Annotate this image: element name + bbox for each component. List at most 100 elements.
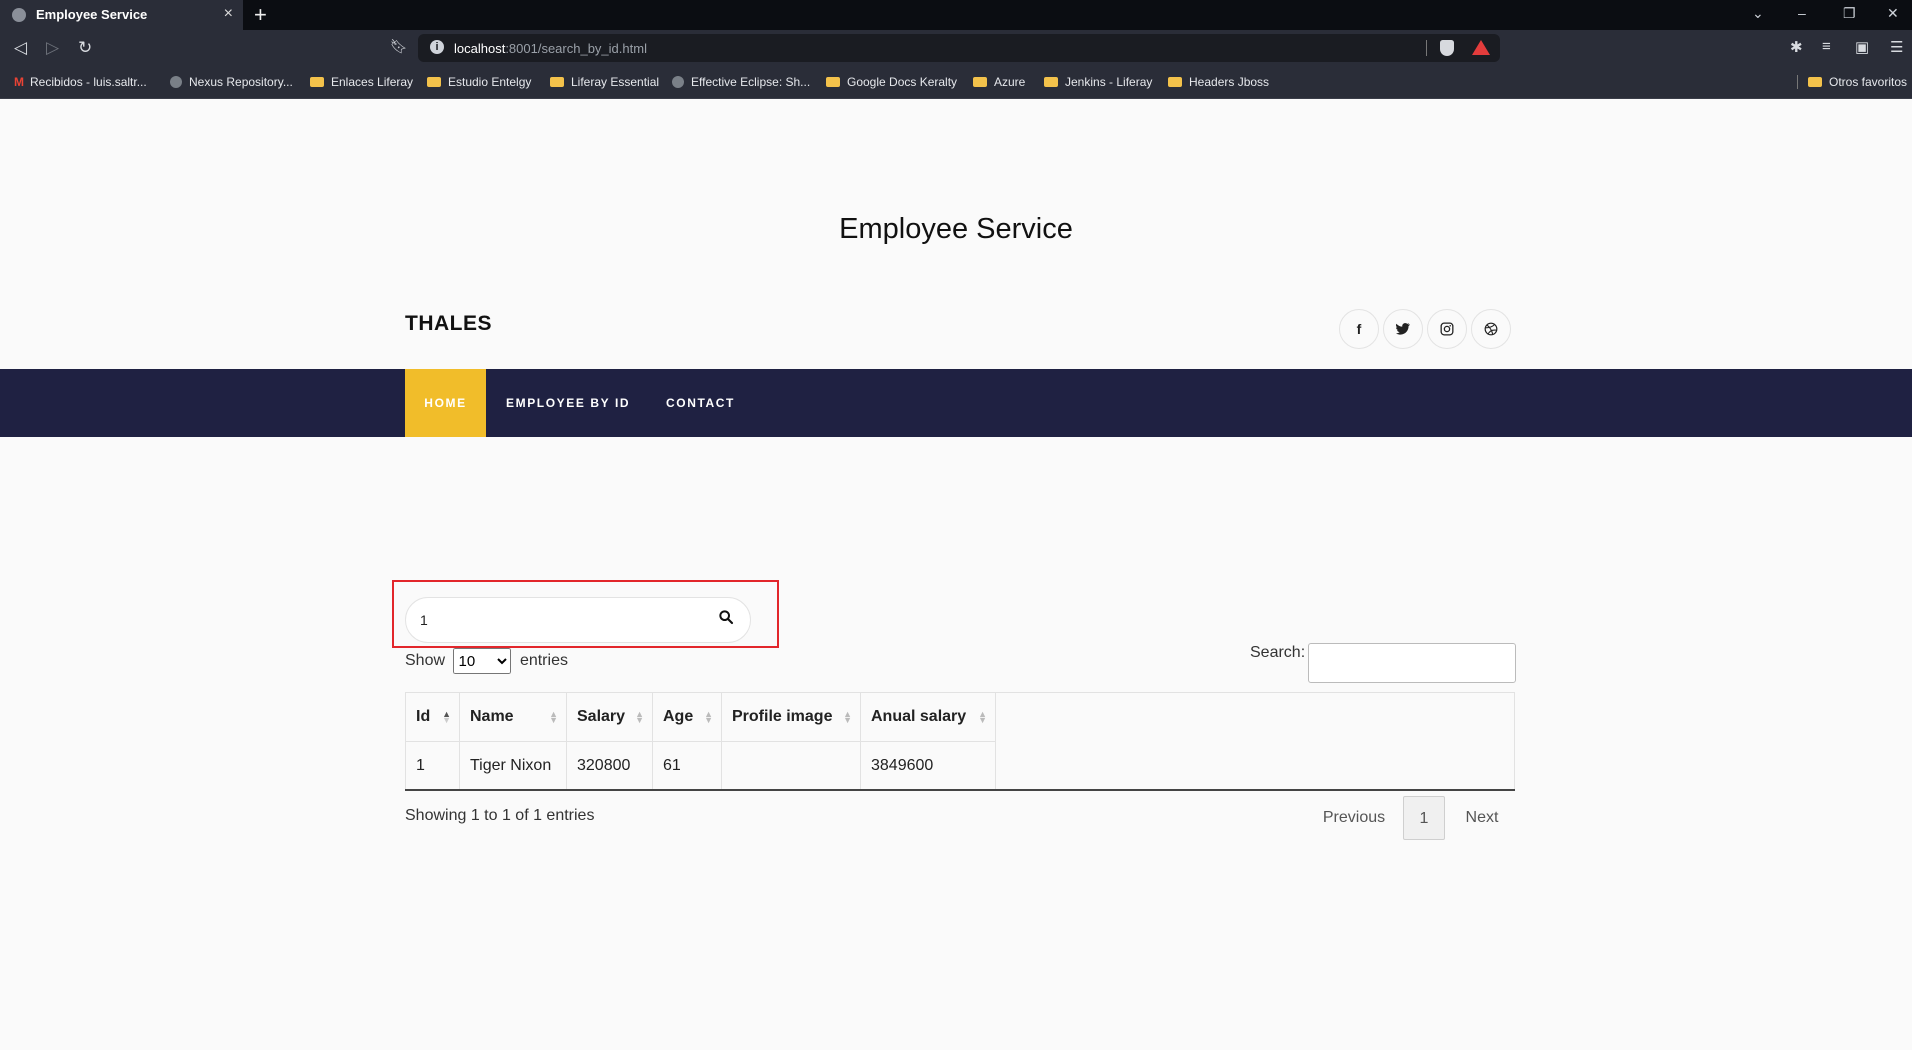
nav-employee-by-id[interactable]: EMPLOYEE BY ID [506,369,630,437]
employee-table: Id ▲ ▼ Name ▲ ▼ Salary ▲ ▼ Age ▲ ▼ Profile image… [406,693,996,790]
bookmark-label: Effective Eclipse: Sh... [691,75,811,89]
table-info: Showing 1 to 1 of 1 entries [405,807,595,824]
main-nav: HOME EMPLOYEE BY ID CONTACT [0,369,1912,437]
column-header[interactable]: Anual salary ▲ ▼ [860,693,996,742]
column-header[interactable]: Age ▲ ▼ [652,693,722,742]
facebook-icon[interactable]: f [1339,309,1379,349]
url-text[interactable]: localhost:8001/search_by_id.html [454,41,647,56]
column-header-label: Profile image [732,708,833,725]
sort-icon: ▲ ▼ [704,709,713,725]
table-cell: 1 [406,741,460,790]
table-cell: Tiger Nixon [459,741,567,790]
folder-icon [427,77,441,87]
entries-label: entries [519,652,568,670]
browser-tab-bar: Employee Service × + ⌄ – ❐ ✕ [0,0,1912,30]
bookmark-label: Headers Jboss [1189,75,1270,89]
address-bar[interactable]: i localhost:8001/search_by_id.html [418,34,1500,62]
folder-icon [1168,77,1182,87]
menu-icon[interactable]: ☰ [1890,38,1903,56]
column-header[interactable]: Salary ▲ ▼ [566,693,653,742]
bookmark-page-icon[interactable]: 🔖︎ [390,38,408,55]
folder-icon [1044,77,1058,87]
bookmark-item[interactable]: Enlaces Liferay [310,75,413,89]
instagram-icon[interactable] [1427,309,1467,349]
table-search: Search: [1250,643,1516,683]
column-header[interactable]: Name ▲ ▼ [459,693,567,742]
table-cell: 61 [652,741,722,790]
close-tab-icon[interactable]: × [224,5,233,23]
table-header-row: Id ▲ ▼ Name ▲ ▼ Salary ▲ ▼ Age ▲ ▼ Profile image… [406,693,996,742]
bookmark-label: Otros favoritos [1829,75,1908,89]
bookmark-item[interactable]: Azure [973,75,1025,89]
table-bottom-border [405,789,1515,791]
url-divider [1426,40,1427,56]
nav-contact[interactable]: CONTACT [666,369,735,437]
column-header-label: Id [416,708,431,725]
browser-tab[interactable]: Employee Service × [0,0,243,30]
minimize-icon[interactable]: – [1798,5,1806,21]
brand-logo[interactable]: THALES [405,312,492,336]
bookmark-item[interactable]: Nexus Repository... [170,75,293,89]
search-icon[interactable] [718,609,734,625]
sort-icon: ▲ ▼ [635,709,644,725]
folder-icon [973,77,987,87]
table-row[interactable]: 1 Tiger Nixon 320800 61 3849600 [406,741,996,790]
sort-icon: ▲ ▼ [442,709,451,725]
bookmark-label: Estudio Entelgy [448,75,532,89]
bookmark-label: Azure [994,75,1026,89]
dribbble-icon[interactable] [1471,309,1511,349]
forward-icon[interactable]: ▷ [46,38,59,58]
bookmark-item[interactable]: M Recibidos - luis.saltr... [14,75,147,89]
bookmarks-bar: M Recibidos - luis.saltr... Nexus Reposit… [0,66,1912,99]
extensions-icon[interactable]: ✱ [1790,38,1803,56]
page-length-control: Show 10 entries [405,648,568,674]
url-path: :8001/search_by_id.html [505,41,647,56]
brave-shield-icon[interactable] [1440,40,1454,56]
back-icon[interactable]: ◁ [14,38,27,58]
pagination-page-1[interactable]: 1 [1403,796,1445,840]
column-header-label: Name [470,708,514,725]
globe-icon [12,8,26,22]
window-close-icon[interactable]: ✕ [1887,5,1899,22]
page-title: Employee Service [839,213,1073,245]
bookmark-label: Jenkins - Liferay [1065,75,1153,89]
sort-icon: ▲ ▼ [843,709,852,725]
tab-title: Employee Service [36,7,148,22]
bookmark-item[interactable]: Headers Jboss [1168,75,1269,89]
bookmark-item[interactable]: Effective Eclipse: Sh... [672,75,810,89]
bookmark-item[interactable]: Google Docs Keralty [826,75,957,89]
folder-icon [550,77,564,87]
employee-id-input[interactable]: 1 [420,612,428,628]
employee-id-search[interactable]: 1 [405,597,751,643]
other-bookmarks[interactable]: Otros favoritos [1797,75,1907,89]
new-tab-button[interactable]: + [254,2,267,28]
bookmark-label: Nexus Repository... [189,75,293,89]
bookmark-label: Google Docs Keralty [847,75,958,89]
bookmark-item[interactable]: Estudio Entelgy [427,75,531,89]
table-search-input[interactable] [1308,643,1516,683]
nav-home[interactable]: HOME [405,369,486,437]
table-cell [721,741,861,790]
sort-icon: ▲ ▼ [978,709,987,725]
bookmark-label: Liferay Essential [571,75,660,89]
wallet-icon[interactable]: ▣ [1855,38,1869,56]
bookmark-label: Recibidos - luis.saltr... [30,75,147,89]
pagination-next[interactable]: Next [1452,796,1512,840]
pagination-previous[interactable]: Previous [1310,796,1398,840]
bookmark-item[interactable]: Liferay Essential [550,75,659,89]
brave-rewards-icon[interactable] [1472,40,1490,55]
column-header-label: Age [663,708,694,725]
site-info-icon[interactable]: i [430,40,444,54]
column-header[interactable]: Profile image ▲ ▼ [721,693,861,742]
reload-icon[interactable]: ↻ [78,38,92,58]
playlist-icon[interactable]: ≡ [1822,38,1831,55]
restore-icon[interactable]: ❐ [1843,5,1856,22]
twitter-icon[interactable] [1383,309,1423,349]
bookmark-item[interactable]: Jenkins - Liferay [1044,75,1152,89]
sort-icon: ▲ ▼ [549,709,558,725]
table-search-label: Search: [1250,644,1306,661]
page-length-select[interactable]: 10 [453,648,512,674]
column-header-label: Salary [577,708,626,725]
tab-search-chevron-icon[interactable]: ⌄ [1752,5,1764,22]
column-header[interactable]: Id ▲ ▼ [406,693,460,742]
